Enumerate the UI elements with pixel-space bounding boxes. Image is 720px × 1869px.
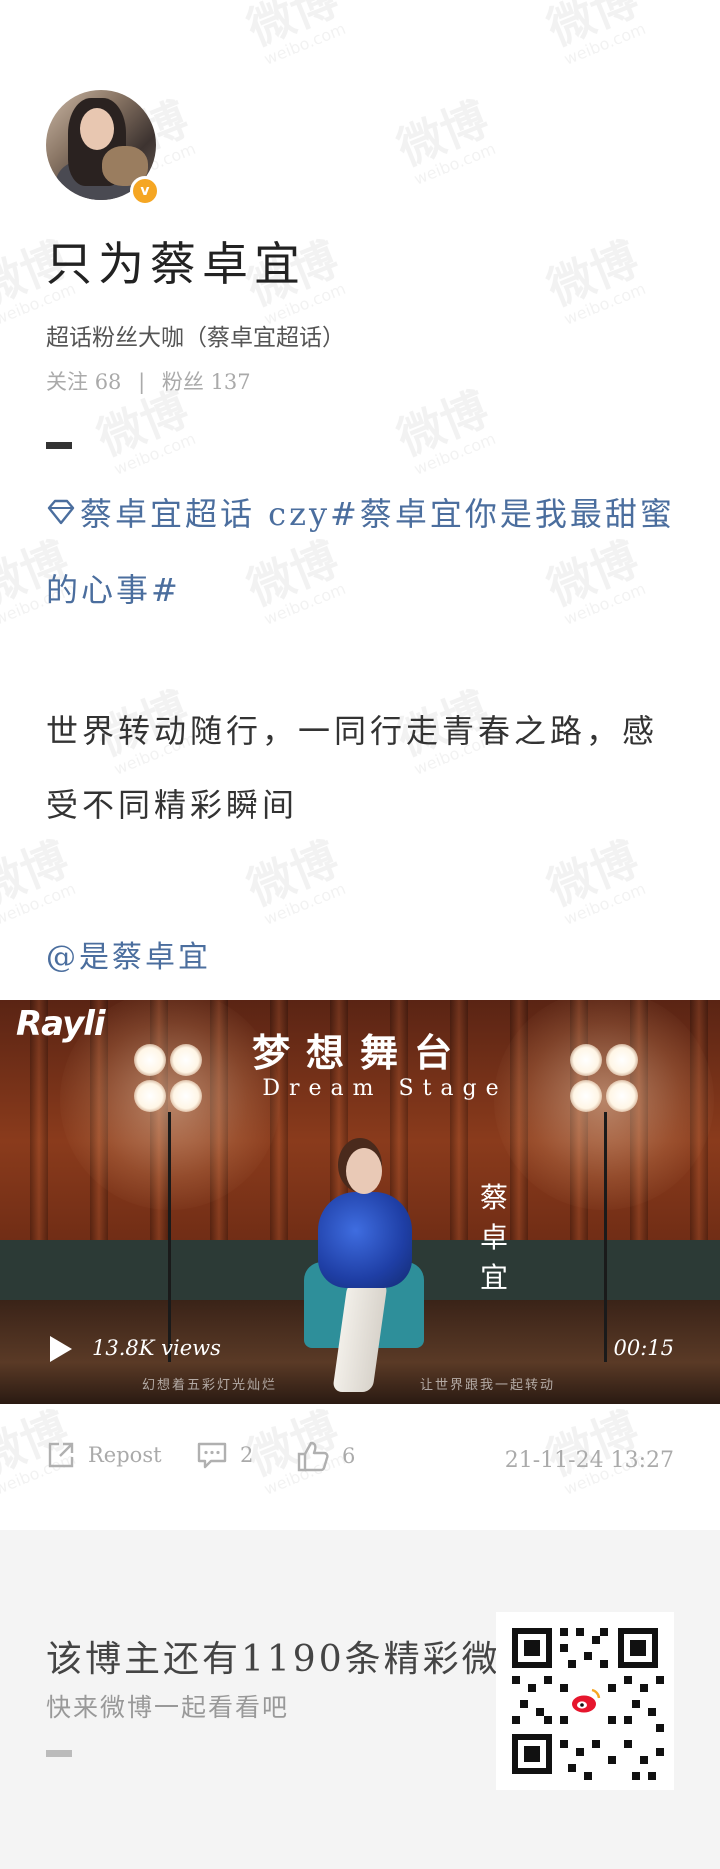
footer-promo: 该博主还有1190条精彩微博 快来微博一起看看吧 [0, 1530, 720, 1869]
following-label: 关注 [46, 370, 88, 394]
light-stand [604, 1112, 607, 1362]
mention-link[interactable]: @是蔡卓宜 [46, 932, 211, 976]
figure-head-shape [346, 1148, 382, 1194]
watermark: 微博weibo.com [389, 91, 499, 189]
light-stand [168, 1112, 171, 1362]
figure-dress-shape [318, 1192, 412, 1288]
video-caption-left: 幻想着五彩灯光灿烂 [142, 1378, 278, 1393]
comment-icon [197, 1442, 227, 1469]
weibo-logo-icon [568, 1684, 602, 1718]
video-title: 梦想舞台 [251, 1030, 468, 1075]
profile-nickname[interactable]: 只为蔡卓宜 [46, 228, 306, 294]
watermark: 微博weibo.com [539, 231, 649, 329]
footer-subtitle: 快来微博一起看看吧 [46, 1693, 290, 1722]
video-caption-right: 让世界跟我一起转动 [420, 1378, 556, 1393]
qr-code[interactable] [496, 1612, 674, 1790]
like-count: 6 [342, 1444, 356, 1468]
watermark: 微博weibo.com [539, 831, 649, 929]
like-button[interactable]: 6 [296, 1440, 355, 1472]
post-body: 世界转动随行，一同行走青春之路，感受不同精彩瞬间 [46, 712, 659, 824]
diamond-icon [47, 499, 75, 525]
repost-label: Repost [88, 1443, 162, 1467]
avatar-face-shape [80, 108, 114, 150]
profile-counts: 关注 68 | 粉丝 137 [46, 366, 251, 396]
watermark: 微博weibo.com [539, 0, 649, 69]
watermark: 微博weibo.com [89, 381, 199, 479]
supertopic-link[interactable]: 蔡卓宜超话 czy#蔡卓宜你是我最甜蜜的心事# [46, 476, 676, 628]
counts-separator: | [138, 370, 146, 394]
comment-count: 2 [240, 1443, 254, 1467]
like-icon [297, 1441, 329, 1472]
watermark: 微博weibo.com [239, 831, 349, 929]
following-count[interactable]: 68 [95, 370, 122, 394]
watermark: 微博weibo.com [0, 831, 79, 929]
comment-button[interactable]: 2 [196, 1440, 253, 1470]
repost-icon [48, 1442, 74, 1468]
footer-title: 该博主还有1190条精彩微博 [46, 1639, 540, 1680]
followers-label: 粉丝 [161, 370, 204, 394]
topic-text[interactable]: 蔡卓宜超话 czy#蔡卓宜你是我最甜蜜的心事# [46, 495, 675, 609]
verified-badge-icon: v [130, 176, 160, 206]
watermark: 微博weibo.com [389, 381, 499, 479]
video-vertical-name: 蔡卓宜 [479, 1181, 508, 1294]
video-subtitle: Dream Stage [262, 1076, 508, 1101]
qr-code-icon [496, 1612, 674, 1790]
repost-button[interactable]: Repost [46, 1440, 162, 1470]
video-duration: 00:15 [613, 1336, 674, 1360]
post-timestamp: 21-11-24 13:27 [504, 1448, 674, 1473]
watermark: 微博weibo.com [239, 0, 349, 69]
profile-subtitle: 超话粉丝大咖（蔡卓宜超话） [46, 325, 345, 351]
video-player[interactable]: Rayli 梦想舞台 Dream Stage 蔡卓宜 幻想着五彩灯光灿烂 让世界… [0, 1000, 720, 1404]
footer-divider [46, 1750, 72, 1757]
play-icon[interactable] [50, 1336, 72, 1362]
followers-count[interactable]: 137 [211, 370, 251, 394]
action-bar: Repost 2 6 21-11-24 13:27 [0, 1440, 720, 1490]
section-divider [46, 442, 72, 449]
video-views: 13.8K views [92, 1336, 221, 1360]
